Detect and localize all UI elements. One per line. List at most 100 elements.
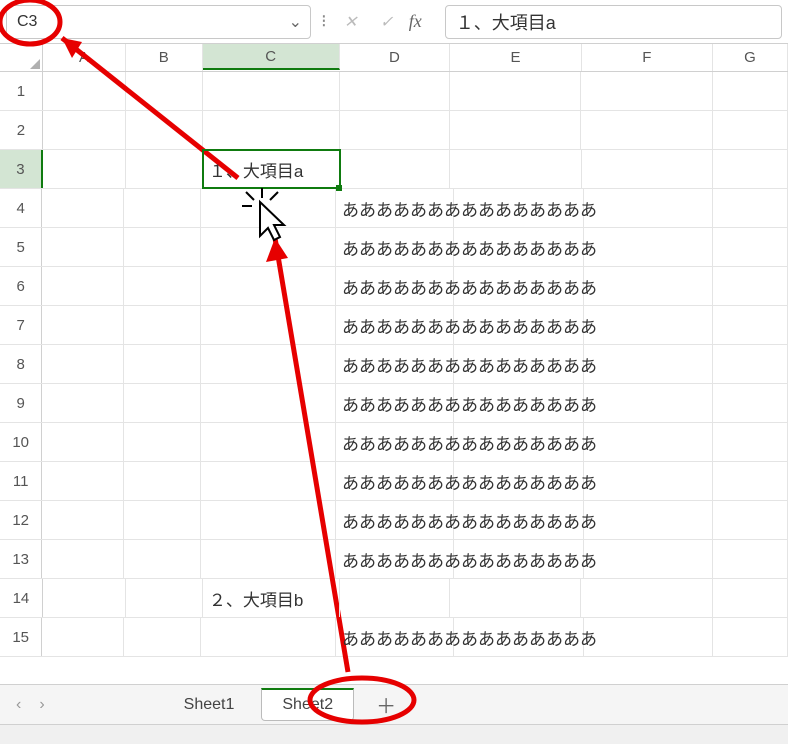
select-all-corner[interactable] (0, 44, 43, 71)
cell[interactable]: ２、大項目b (203, 579, 340, 617)
row-header[interactable]: 13 (0, 540, 42, 578)
spreadsheet-grid[interactable]: A B C D E F G 123１、大項目a4あああああああああああああああ5… (0, 44, 788, 684)
cell[interactable] (584, 540, 714, 578)
cell[interactable] (42, 462, 124, 500)
cell[interactable] (126, 150, 203, 188)
cell[interactable] (340, 579, 451, 617)
cell[interactable] (43, 72, 126, 110)
cell[interactable] (581, 579, 712, 617)
cell[interactable] (124, 501, 200, 539)
cell[interactable] (201, 384, 336, 422)
cell[interactable] (124, 540, 200, 578)
cell[interactable] (713, 150, 788, 188)
row-header[interactable]: 4 (0, 189, 42, 227)
cell[interactable] (42, 540, 124, 578)
cell[interactable] (340, 72, 451, 110)
cell[interactable] (42, 423, 124, 461)
col-header-g[interactable]: G (713, 44, 788, 71)
cell[interactable] (124, 462, 200, 500)
cell[interactable] (713, 462, 788, 500)
name-box[interactable]: C3 ⌄ (6, 5, 311, 39)
row-header[interactable]: 14 (0, 579, 43, 617)
cancel-button[interactable]: ✕ (337, 8, 365, 36)
cell[interactable]: あああああああああああああああ (336, 540, 454, 578)
cell[interactable] (713, 579, 788, 617)
cell[interactable] (124, 384, 200, 422)
cell[interactable]: あああああああああああああああ (336, 306, 454, 344)
col-header-f[interactable]: F (582, 44, 713, 71)
enter-button[interactable]: ✓ (373, 8, 401, 36)
cell[interactable] (42, 501, 124, 539)
cell[interactable] (201, 540, 336, 578)
cell[interactable] (43, 150, 126, 188)
cell[interactable] (584, 501, 714, 539)
insert-function-button[interactable]: fx (409, 11, 437, 32)
cell[interactable] (713, 618, 788, 656)
cell[interactable] (201, 423, 336, 461)
cell[interactable] (584, 462, 714, 500)
cell[interactable] (42, 306, 124, 344)
cell[interactable] (713, 228, 788, 266)
cell[interactable] (203, 111, 340, 149)
cell[interactable] (43, 111, 126, 149)
row-header[interactable]: 1 (0, 72, 43, 110)
cell[interactable] (42, 228, 124, 266)
cell[interactable]: あああああああああああああああ (336, 618, 454, 656)
row-header[interactable]: 6 (0, 267, 42, 305)
cell[interactable] (713, 306, 788, 344)
cell[interactable]: あああああああああああああああ (336, 267, 454, 305)
cell[interactable] (340, 150, 451, 188)
row-header[interactable]: 5 (0, 228, 42, 266)
row-header[interactable]: 3 (0, 150, 43, 188)
col-header-b[interactable]: B (126, 44, 203, 71)
cell[interactable] (581, 72, 712, 110)
cell[interactable] (713, 540, 788, 578)
cell[interactable] (713, 189, 788, 227)
cell[interactable] (584, 228, 714, 266)
cell[interactable]: あああああああああああああああ (336, 345, 454, 383)
cell[interactable] (201, 306, 336, 344)
row-header[interactable]: 11 (0, 462, 42, 500)
cell[interactable] (42, 384, 124, 422)
cell[interactable] (584, 384, 714, 422)
cell[interactable] (584, 189, 714, 227)
col-header-c[interactable]: C (203, 44, 340, 70)
formula-input[interactable]: １、大項目a (445, 5, 782, 39)
cell[interactable] (713, 423, 788, 461)
cell[interactable] (126, 111, 203, 149)
tab-sheet2[interactable]: Sheet2 (261, 688, 354, 721)
cell[interactable] (713, 345, 788, 383)
cell[interactable] (43, 579, 126, 617)
cell[interactable]: １、大項目a (203, 150, 340, 188)
cell[interactable]: あああああああああああああああ (336, 384, 454, 422)
tab-sheet1[interactable]: Sheet1 (163, 689, 256, 721)
cell[interactable] (201, 345, 336, 383)
cell[interactable] (713, 501, 788, 539)
chevron-down-icon[interactable]: ⌄ (289, 12, 302, 32)
cell[interactable] (450, 72, 581, 110)
cell[interactable] (42, 189, 124, 227)
cell[interactable] (713, 111, 788, 149)
cell[interactable] (201, 618, 336, 656)
cell[interactable] (450, 150, 581, 188)
cell[interactable] (584, 267, 714, 305)
row-header[interactable]: 10 (0, 423, 42, 461)
cell[interactable] (713, 267, 788, 305)
cell[interactable] (42, 345, 124, 383)
col-header-d[interactable]: D (340, 44, 451, 71)
cell[interactable] (126, 579, 203, 617)
cell[interactable]: あああああああああああああああ (336, 228, 454, 266)
row-header[interactable]: 8 (0, 345, 42, 383)
cell[interactable]: あああああああああああああああ (336, 423, 454, 461)
cell[interactable] (584, 618, 714, 656)
cell[interactable]: あああああああああああああああ (336, 501, 454, 539)
cell[interactable] (450, 579, 581, 617)
cell[interactable] (201, 501, 336, 539)
cell[interactable]: あああああああああああああああ (336, 189, 454, 227)
cell[interactable] (203, 72, 340, 110)
col-header-a[interactable]: A (43, 44, 126, 71)
row-header[interactable]: 15 (0, 618, 42, 656)
cell[interactable] (124, 345, 200, 383)
cell[interactable] (584, 345, 714, 383)
cell[interactable] (124, 189, 200, 227)
